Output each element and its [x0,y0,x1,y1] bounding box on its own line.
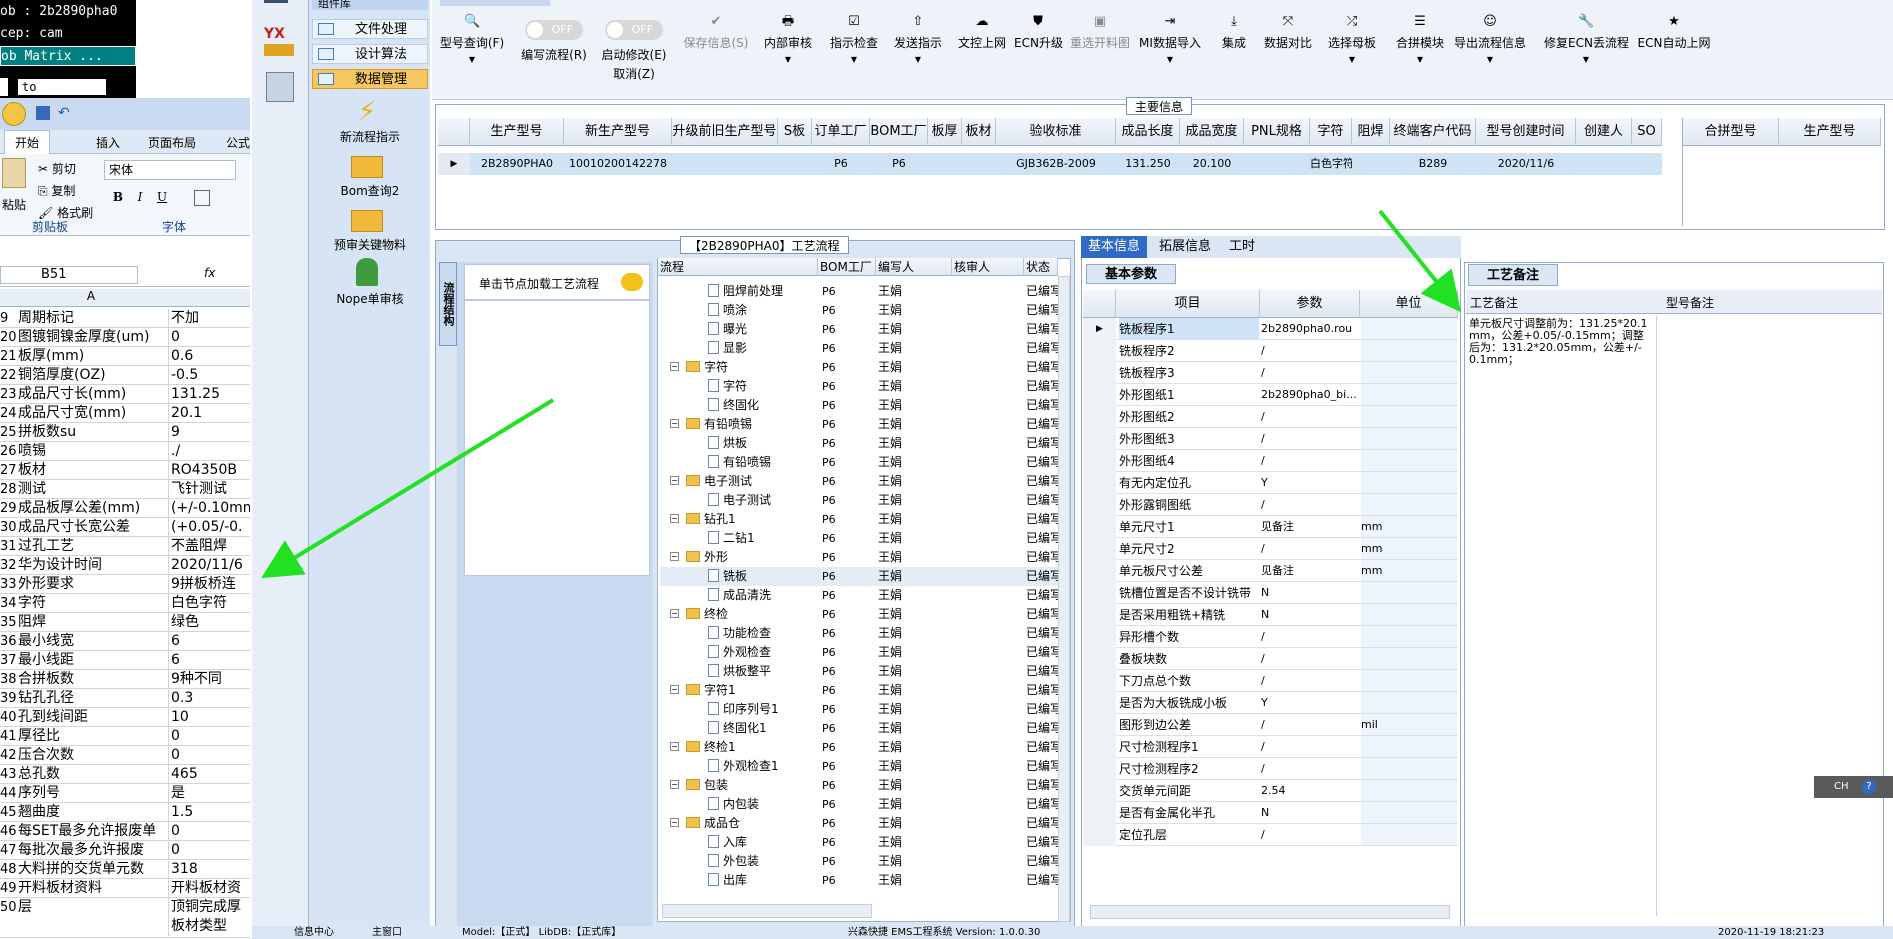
arrow-left [261,398,555,579]
arrow-right [1378,209,1461,313]
annotation-arrows [261,209,1461,579]
